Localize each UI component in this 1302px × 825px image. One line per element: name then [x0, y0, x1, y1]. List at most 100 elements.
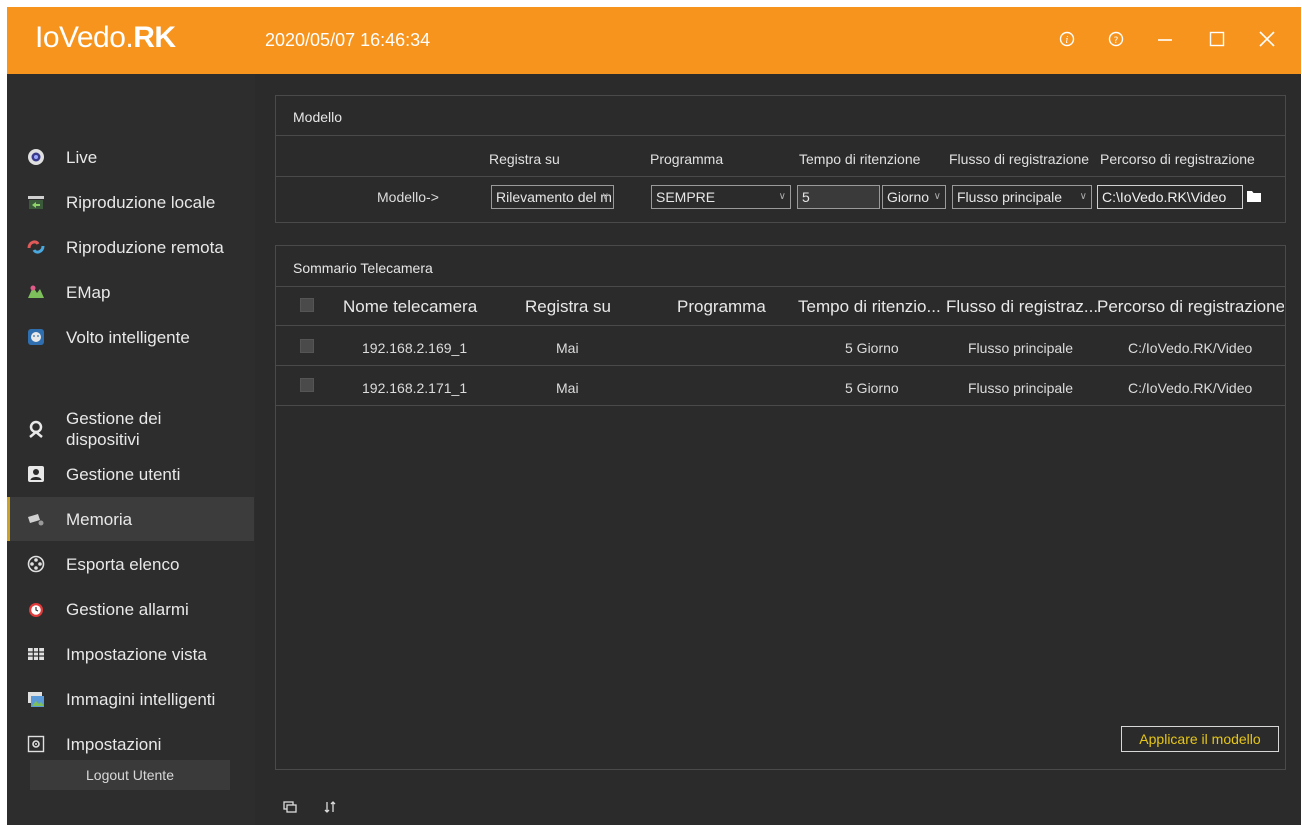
column-header-camera-name[interactable]: Nome telecamera — [343, 297, 477, 317]
path-cell: C:/IoVedo.RK/Video — [1128, 340, 1253, 356]
emap-icon — [27, 283, 45, 301]
template-row-label: Modello-> — [377, 189, 439, 205]
stream-cell: Flusso principale — [968, 380, 1074, 396]
maximize-icon[interactable] — [1203, 25, 1231, 53]
stream-cell: Flusso principale — [968, 340, 1074, 356]
sidebar-item-label: Gestione utenti — [66, 464, 181, 484]
chevron-down-icon: ∨ — [601, 191, 609, 202]
record-on-cell: Mai — [556, 380, 579, 396]
column-header-record-on[interactable]: Registra su — [525, 297, 611, 317]
column-header-stream[interactable]: Flusso di registraz... — [946, 297, 1098, 317]
header-path: Percorso di registrazione — [1100, 151, 1255, 167]
images-icon — [27, 690, 45, 708]
sidebar: Live Riproduzione locale Riproduzione re… — [7, 74, 255, 825]
sidebar-item-user-management[interactable]: Gestione utenti — [7, 452, 254, 496]
divider — [276, 286, 1285, 287]
chevron-down-icon: ∨ — [933, 186, 941, 208]
sidebar-item-emap[interactable]: EMap — [7, 270, 254, 314]
sidebar-item-export-list[interactable]: Esporta elenco — [7, 542, 254, 586]
retention-cell: 5 Giorno — [845, 340, 899, 356]
sidebar-item-label: Volto intelligente — [66, 327, 190, 347]
view-grid-icon — [27, 645, 45, 663]
record-on-cell: Mai — [556, 340, 579, 356]
help-icon[interactable]: ? — [1102, 25, 1130, 53]
sidebar-item-device-management[interactable]: Gestione dei dispositivi — [7, 407, 254, 451]
row-checkbox[interactable] — [300, 378, 314, 392]
column-header-schedule[interactable]: Programma — [677, 297, 766, 317]
sidebar-item-label: Live — [66, 147, 98, 167]
local-playback-icon — [27, 193, 45, 211]
header-stream: Flusso di registrazione — [949, 151, 1090, 167]
sidebar-item-label: Memoria — [66, 509, 133, 529]
alarm-icon — [27, 600, 45, 618]
retention-unit-select[interactable]: Giorno ∨ — [882, 185, 946, 209]
live-icon — [27, 148, 45, 166]
camera-summary-panel: Sommario Telecamera — [275, 245, 1286, 770]
remote-playback-icon — [27, 238, 45, 256]
sidebar-item-local-playback[interactable]: Riproduzione locale — [7, 180, 254, 224]
schedule-select[interactable]: SEMPRE ∨ — [651, 185, 791, 209]
header-schedule: Programma — [650, 151, 724, 167]
minimize-icon[interactable] — [1151, 25, 1179, 53]
divider — [276, 365, 1285, 366]
sidebar-item-label: Riproduzione locale — [66, 192, 216, 212]
camera-name-cell: 192.168.2.169_1 — [362, 340, 468, 356]
svg-text:i: i — [1066, 36, 1069, 46]
app-logo: IoVedo.RK — [35, 21, 176, 54]
sidebar-item-label: Immagini intelligenti — [66, 689, 216, 709]
user-icon — [27, 465, 45, 483]
sidebar-item-smart-images[interactable]: Immagini intelligenti — [7, 677, 254, 721]
chevron-down-icon: ∨ — [1079, 191, 1087, 202]
sidebar-item-label: Impostazione vista — [66, 644, 207, 664]
retention-input[interactable]: 5 — [797, 185, 880, 209]
sidebar-item-face[interactable]: Volto intelligente — [7, 315, 254, 359]
device-icon — [27, 420, 45, 438]
face-icon — [27, 328, 45, 346]
sidebar-item-live[interactable]: Live — [7, 135, 254, 179]
divider — [276, 176, 1285, 177]
sidebar-item-view-setting[interactable]: Impostazione vista — [7, 632, 254, 676]
storage-icon — [27, 510, 45, 528]
sidebar-item-label: Esporta elenco — [66, 554, 180, 574]
app-window: IoVedo.RK 2020/05/07 16:46:34 i ? Live R… — [7, 7, 1301, 825]
sidebar-item-label: Gestione dei dispositivi — [66, 409, 162, 449]
info-icon[interactable]: i — [1053, 25, 1081, 53]
select-all-checkbox[interactable] — [300, 298, 314, 312]
close-icon[interactable] — [1253, 25, 1281, 53]
folder-icon[interactable] — [1246, 189, 1262, 208]
sidebar-item-label: Gestione allarmi — [66, 599, 189, 619]
sidebar-item-label: Impostazioni — [66, 734, 162, 754]
path-input[interactable]: C:\IoVedo.RK\Video — [1097, 185, 1243, 209]
apply-template-button[interactable]: Applicare il modello — [1121, 726, 1279, 752]
divider — [276, 405, 1285, 406]
column-header-retention[interactable]: Tempo di ritenzio... — [798, 297, 941, 317]
settings-icon — [27, 735, 45, 753]
sidebar-item-label: Riproduzione remota — [66, 237, 224, 257]
svg-text:?: ? — [1114, 36, 1119, 46]
panel-title: Modello — [293, 109, 343, 125]
column-header-path[interactable]: Percorso di registrazione — [1097, 297, 1284, 317]
stream-select[interactable]: Flusso principale ∨ — [952, 185, 1092, 209]
panel-title: Sommario Telecamera — [293, 260, 433, 276]
template-panel: Modello Registra su Programma Tempo di r… — [275, 95, 1286, 223]
header-retention: Tempo di ritenzione — [799, 151, 921, 167]
current-datetime: 2020/05/07 16:46:34 — [265, 30, 431, 50]
logout-button[interactable]: Logout Utente — [30, 760, 230, 790]
divider — [276, 135, 1285, 136]
sidebar-item-alarm-management[interactable]: Gestione allarmi — [7, 587, 254, 631]
divider — [276, 325, 1285, 326]
path-cell: C:/IoVedo.RK/Video — [1128, 380, 1253, 396]
export-icon — [27, 555, 45, 573]
sidebar-item-remote-playback[interactable]: Riproduzione remota — [7, 225, 254, 269]
row-checkbox[interactable] — [300, 339, 314, 353]
sort-icon[interactable] — [323, 801, 337, 816]
sidebar-item-storage[interactable]: Memoria — [7, 497, 254, 541]
title-bar: IoVedo.RK 2020/05/07 16:46:34 i ? — [7, 7, 1301, 74]
camera-name-cell: 192.168.2.171_1 — [362, 380, 468, 396]
sidebar-item-label: EMap — [66, 282, 111, 302]
chevron-down-icon: ∨ — [778, 191, 786, 202]
window-layout-icon[interactable] — [283, 801, 297, 816]
record-on-select[interactable]: Rilevamento del m ∨ — [491, 185, 614, 209]
header-record-on: Registra su — [489, 151, 560, 167]
retention-cell: 5 Giorno — [845, 380, 899, 396]
